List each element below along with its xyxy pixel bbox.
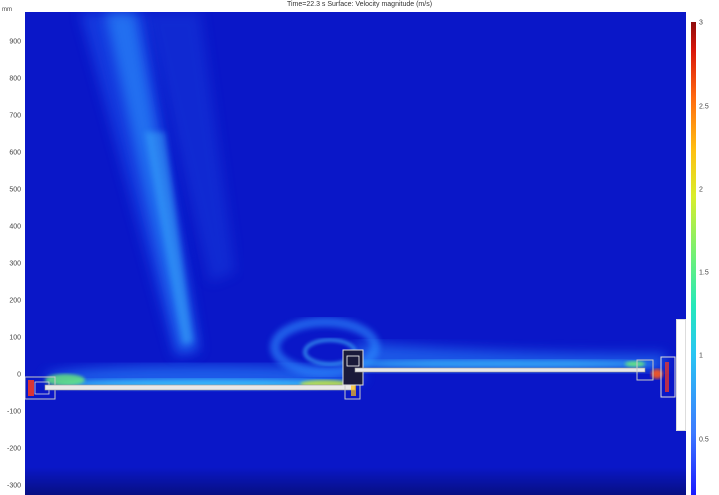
- axis-unit-label: mm: [2, 7, 12, 13]
- colorbar-tick: 2: [699, 186, 703, 194]
- y-tick: 900: [9, 38, 21, 46]
- y-tick: -200: [6, 445, 21, 453]
- colorbar-tick: 1.5: [699, 269, 709, 277]
- center-mullion: [342, 349, 364, 386]
- y-tick: 400: [9, 223, 21, 231]
- colorbar: [691, 22, 696, 495]
- side-panel-rect: [676, 319, 686, 431]
- y-tick: 200: [9, 297, 21, 305]
- y-tick: 100: [9, 334, 21, 342]
- y-tick: -300: [6, 482, 21, 490]
- y-tick: 0: [17, 371, 21, 379]
- y-tick: 800: [9, 75, 21, 83]
- y-tick: -100: [6, 408, 21, 416]
- y-tick: 700: [9, 112, 21, 120]
- colorbar-tick: 0.5: [699, 436, 709, 444]
- plot-title: Time=22.3 s Surface: Velocity magnitude …: [286, 1, 433, 8]
- colorbar-tick: 1: [699, 352, 703, 360]
- colorbar-tick: 3: [699, 19, 703, 27]
- bottom-shade: [25, 467, 686, 495]
- y-tick: 500: [9, 186, 21, 194]
- colorbar-tick: 2.5: [699, 103, 709, 111]
- velocity-field-plot[interactable]: [25, 12, 686, 495]
- y-tick: 600: [9, 149, 21, 157]
- y-tick: 300: [9, 260, 21, 268]
